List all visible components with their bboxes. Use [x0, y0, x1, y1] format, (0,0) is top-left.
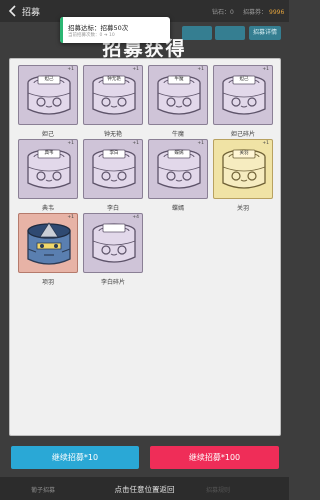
- ticket-counter: 招募券： 9996: [243, 9, 285, 16]
- card-count: +1: [262, 67, 269, 72]
- card-badge-label: 蝶嫣: [174, 151, 184, 156]
- card-name: 妲己: [41, 131, 54, 138]
- card-count: +1: [197, 67, 204, 72]
- card-badge-label: 关羽: [239, 151, 249, 156]
- reward-card[interactable]: 妲己 +1: [213, 65, 273, 125]
- reward-card[interactable]: 蝶嫣 +1: [148, 139, 208, 199]
- card-badge-label: 妲己: [239, 77, 249, 82]
- reward-card[interactable]: 关羽 +1: [213, 139, 273, 199]
- card-name: 妲己碎片: [230, 131, 255, 138]
- card-count: +1: [197, 141, 204, 146]
- warrior-drum-icon: [27, 222, 71, 265]
- continue-recruit-100-button[interactable]: 继续招募*100: [150, 446, 279, 469]
- reward-card[interactable]: 典韦 +1: [18, 139, 78, 199]
- card-name: 牛魔: [171, 131, 184, 138]
- continue-recruit-10-button[interactable]: 继续招募*10: [11, 446, 139, 469]
- toast-subtitle: 当前招募次数：0 ➔ 10: [68, 33, 115, 38]
- card-name: 关羽: [236, 205, 249, 212]
- card-name: 项羽: [41, 279, 54, 286]
- card-name: 李白: [106, 205, 119, 212]
- tab-recruit-rules[interactable]: 招募规则: [206, 485, 230, 494]
- back-arrow-icon[interactable]: [6, 4, 20, 18]
- reward-card[interactable]: 李白 +1: [83, 139, 143, 199]
- reward-card[interactable]: 钟无艳 +1: [83, 65, 143, 125]
- reward-card[interactable]: +4: [83, 213, 143, 273]
- card-name: 蝶嫣: [171, 205, 184, 212]
- card-count: +1: [67, 141, 74, 146]
- bottom-nav: 葡子招募 点击任意位置返回 招募规则: [0, 477, 289, 500]
- toast-title: 招募达标：招募50次: [68, 24, 129, 32]
- card-count: +1: [67, 215, 74, 220]
- card-name: 典韦: [41, 205, 54, 212]
- tap-to-return-hint[interactable]: 点击任意位置返回: [0, 484, 289, 495]
- reward-card[interactable]: 妲己 +1: [18, 65, 78, 125]
- diamond-counter: 钻石：0: [212, 9, 234, 16]
- card-count: +1: [132, 141, 139, 146]
- card-count: +1: [132, 67, 139, 72]
- card-count: +4: [132, 215, 139, 220]
- drum-icon: [92, 223, 136, 263]
- rewards-panel: 妲己 +1 妲己 钟无艳 +1 钟无艳 牛魔 +1 牛魔 妲己 +1 妲己碎片 典韦 +1 典韦 李白 +1 李白…: [9, 58, 281, 436]
- card-badge-label: 牛魔: [174, 77, 184, 82]
- card-badge-label: 典韦: [44, 151, 54, 156]
- card-count: +1: [262, 141, 269, 146]
- card-count: +1: [67, 67, 74, 72]
- card-name: 钟无艳: [103, 131, 122, 138]
- card-badge-label: 钟无艳: [107, 77, 121, 82]
- card-badge-label: 妲己: [44, 77, 54, 82]
- toast-accent-bar: [60, 17, 63, 43]
- card-name: 李白碎片: [100, 279, 125, 286]
- reward-card[interactable]: 牛魔 +1: [148, 65, 208, 125]
- achievement-toast: 招募达标：招募50次 当前招募次数：0 ➔ 10: [60, 17, 170, 43]
- reward-card[interactable]: +1: [18, 213, 78, 273]
- page-title: 招募: [22, 8, 41, 18]
- card-badge-label: 李白: [109, 151, 119, 156]
